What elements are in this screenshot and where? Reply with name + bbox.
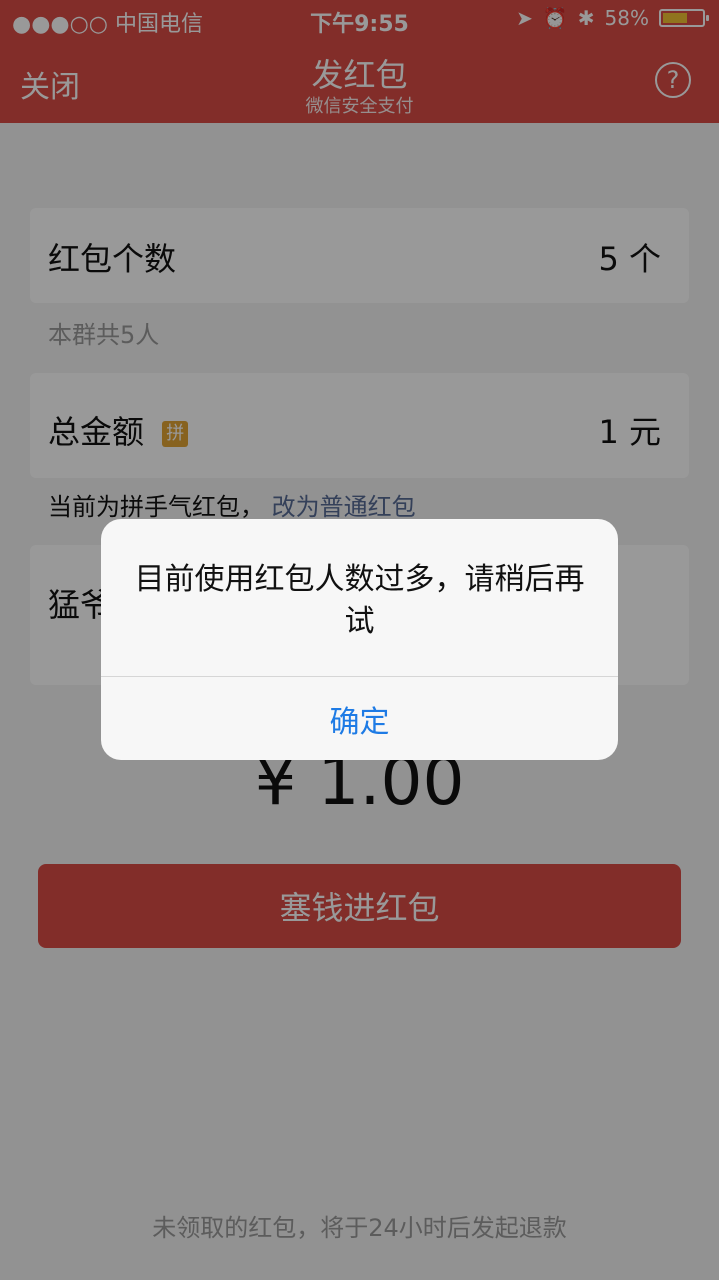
alert-dialog: 目前使用红包人数过多，请稍后再试 确定 [101,519,618,760]
dialog-ok-button[interactable]: 确定 [101,677,618,760]
dialog-message: 目前使用红包人数过多，请稍后再试 [134,562,585,639]
